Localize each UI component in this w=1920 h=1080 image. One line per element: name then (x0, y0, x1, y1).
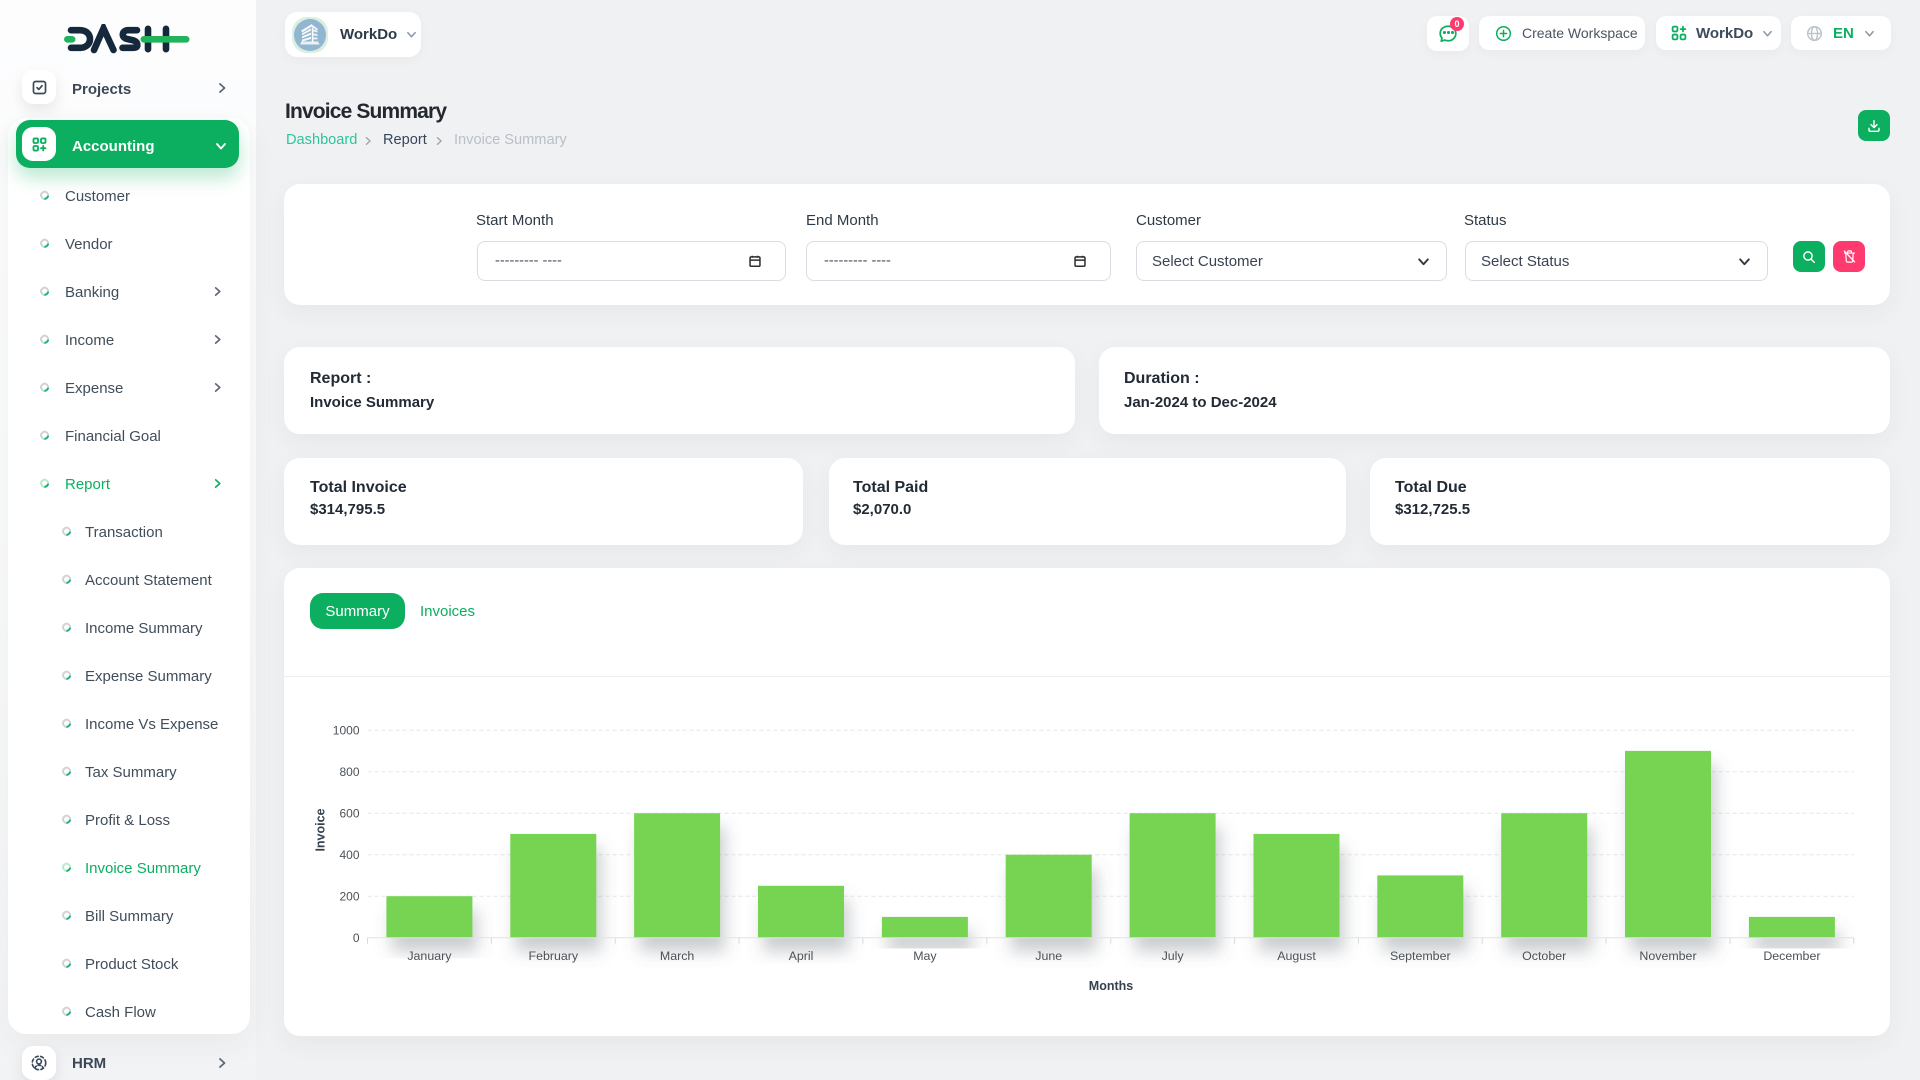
svg-text:800: 800 (339, 765, 359, 779)
svg-text:April: April (789, 949, 814, 963)
svg-text:February: February (529, 949, 579, 963)
svg-text:January: January (407, 949, 452, 963)
svg-text:May: May (913, 949, 937, 963)
svg-text:200: 200 (339, 889, 359, 903)
svg-text:600: 600 (339, 806, 359, 820)
svg-text:December: December (1763, 949, 1820, 963)
svg-text:March: March (660, 949, 695, 963)
svg-text:Invoice: Invoice (314, 808, 328, 851)
svg-text:July: July (1162, 949, 1185, 963)
svg-text:June: June (1035, 949, 1062, 963)
svg-text:400: 400 (339, 848, 359, 862)
svg-text:August: August (1277, 949, 1316, 963)
svg-text:0: 0 (353, 931, 360, 945)
svg-text:October: October (1522, 949, 1566, 963)
svg-text:September: September (1390, 949, 1451, 963)
svg-text:1000: 1000 (333, 723, 360, 737)
svg-text:Months: Months (1089, 979, 1133, 993)
svg-text:November: November (1639, 949, 1696, 963)
